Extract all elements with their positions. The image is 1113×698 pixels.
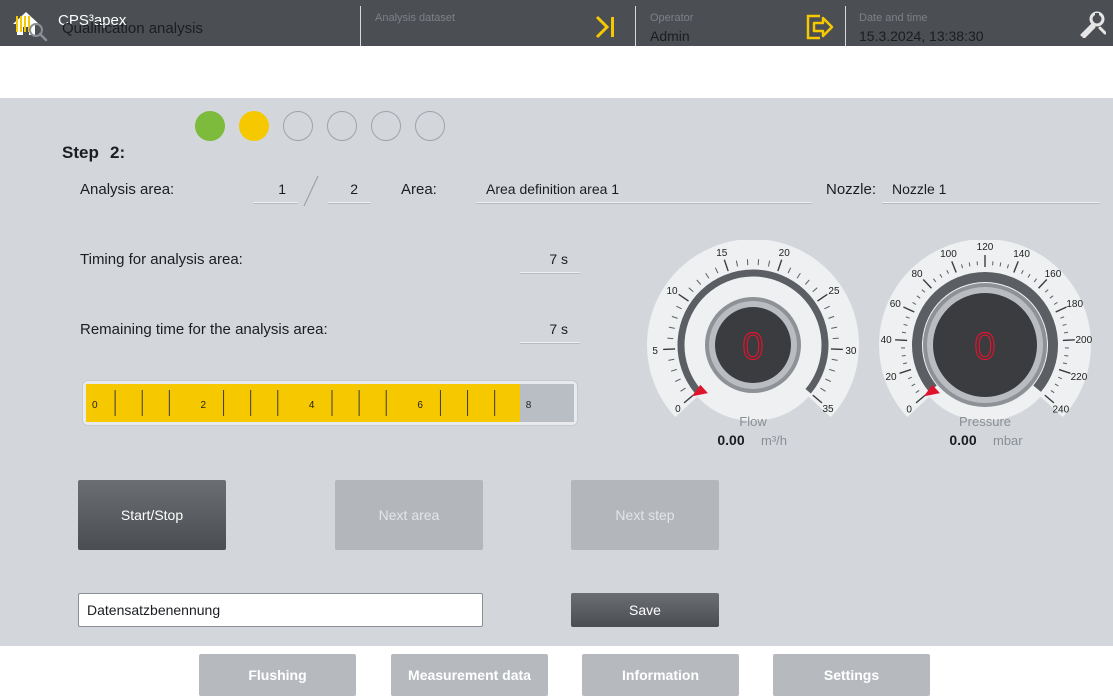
gauge-name: Pressure [959,414,1011,429]
gauge-tick-label: 10 [666,286,678,297]
timing-value: 7 s [520,244,580,274]
area-name-field: Area definition area 1 [476,174,812,204]
gauge-tick-label: 20 [885,372,897,383]
progress-tick-label: 8 [526,400,532,411]
nozzle-field: Nozzle 1 [882,174,1100,204]
progress-tick-label: 0 [92,400,98,411]
gauge-tick-label: 20 [779,248,791,259]
progress-tick-label: 2 [200,400,206,411]
gauge-tick-label: 15 [716,248,728,259]
step-label: Step [62,143,99,162]
skip-to-end-icon[interactable] [594,14,616,40]
header-bar [0,46,1113,98]
gauge-tick-label: 35 [823,404,835,415]
analysis-dataset-label: Analysis dataset [375,12,456,24]
gauge-tick-label: 25 [828,286,840,297]
gauge-unit: m³/h [761,433,787,448]
gauge-tick-label: 40 [881,335,893,346]
datetime-value: 15.3.2024, 13:38:30 [859,28,984,44]
gauge-tick-label: 30 [845,346,857,357]
gauge-major-tick [830,348,843,351]
datetime-label: Date and time [859,12,928,24]
gauge-value: 0.00 [717,432,744,448]
start-stop-button[interactable]: Start/Stop [78,480,226,550]
step-dot-current [239,111,269,141]
gauge-tick-label: 0 [906,405,912,416]
gauge-tick-label: 180 [1066,299,1083,310]
gauge-value: 0.00 [949,432,976,448]
qualification-icon [16,16,48,42]
analysis-area-label: Analysis area: [80,181,175,198]
tools-icon[interactable] [1078,10,1106,38]
gauge-center-value: 0 [974,326,995,368]
gauge-tick-label: 5 [652,346,658,357]
page-title: Qualification analysis [62,20,203,37]
gauge-tick-label: 100 [940,249,957,260]
step-dot-pending [327,111,357,141]
tab-measurement-data[interactable]: Measurement data [391,654,548,696]
gauge-tick-label: 160 [1045,269,1062,280]
tab-flushing[interactable]: Flushing [199,654,356,696]
progress-tick-label: 4 [309,400,315,411]
remaining-time-label: Remaining time for the analysis area: [80,321,328,338]
area-separator [303,175,319,207]
gauge-major-tick [895,339,908,342]
bottom-nav [0,646,1113,698]
header-divider [635,6,636,46]
progress-ticks: 0 2 4 6 8 [92,390,532,416]
step-number: 2: [110,143,126,162]
tab-settings[interactable]: Settings [773,654,930,696]
gauge-tick [901,354,906,357]
logout-icon[interactable] [804,12,834,42]
gauge-tick-label: 200 [1075,335,1092,346]
analysis-area-total: 2 [328,174,370,204]
gauge-tick [1063,331,1069,334]
timing-label: Timing for analysis area: [80,251,243,268]
area-label: Area: [401,181,437,198]
gauge-tick-label: 60 [890,299,902,310]
pressure-gauge: 0 20 40 60 80 100 120 140 160 180 200 220 240 0 Pressu… [879,240,1093,448]
gauge-tick-label: 0 [675,404,681,415]
gauge-tick-label: 220 [1071,372,1088,383]
flow-gauge: 0 5 10 15 20 25 30 35 0 Flow 0.00 m³/h [647,240,859,448]
operator-label: Operator [650,12,694,24]
next-area-button[interactable]: Next area [335,480,483,550]
next-step-button[interactable]: Next step [571,480,719,550]
step-dot-pending [415,111,445,141]
gauge-tick-label: 240 [1052,405,1069,416]
step-dot-pending [371,111,401,141]
dataset-name-input[interactable] [78,593,483,627]
header-divider [845,6,846,46]
gauge-center-value: 0 [742,326,763,368]
operator-value: Admin [650,28,690,44]
gauge-tick-label: 80 [911,269,923,280]
save-button[interactable]: Save [571,593,719,627]
analysis-area-current: 1 [254,174,298,204]
gauge-tick [901,331,907,334]
progress-tick-label: 6 [417,400,423,411]
gauge-tick-label: 140 [1013,249,1030,260]
header-divider [360,6,361,46]
nozzle-label: Nozzle: [826,181,877,198]
gauge-name: Flow [739,414,767,429]
gauge-tick [1064,354,1069,357]
gauge-unit: mbar [993,433,1023,448]
gauge-tick-label: 120 [977,242,994,253]
step-dot-pending [283,111,313,141]
gauge-major-tick [1062,339,1075,342]
remaining-time-value: 7 s [520,314,580,344]
gauge-major-tick [663,348,676,351]
step-dot-complete [195,111,225,141]
tab-information[interactable]: Information [582,654,739,696]
